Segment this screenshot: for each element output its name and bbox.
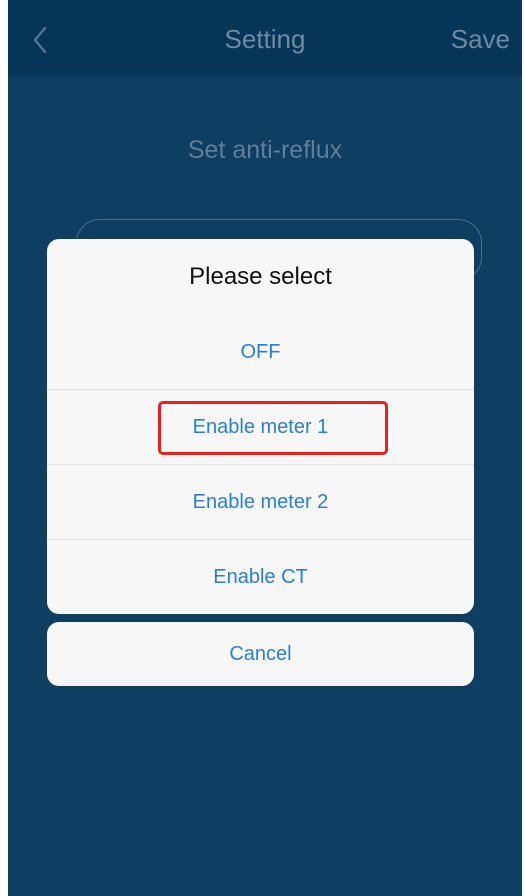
option-enable-meter-1[interactable]: Enable meter 1 [47, 389, 474, 464]
section-heading: Set anti-reflux [187, 136, 343, 164]
option-enable-ct[interactable]: Enable CT [47, 539, 474, 614]
action-sheet: Please select OFF Enable meter 1 Enable … [47, 239, 474, 614]
cancel-button[interactable]: Cancel [47, 622, 474, 686]
nav-bar: Setting Save [8, 0, 522, 76]
option-off[interactable]: OFF [47, 315, 474, 389]
action-sheet-title: Please select [189, 263, 332, 290]
page-title: Setting [224, 24, 306, 54]
save-button[interactable]: Save [451, 22, 510, 56]
option-enable-meter-2[interactable]: Enable meter 2 [47, 464, 474, 539]
